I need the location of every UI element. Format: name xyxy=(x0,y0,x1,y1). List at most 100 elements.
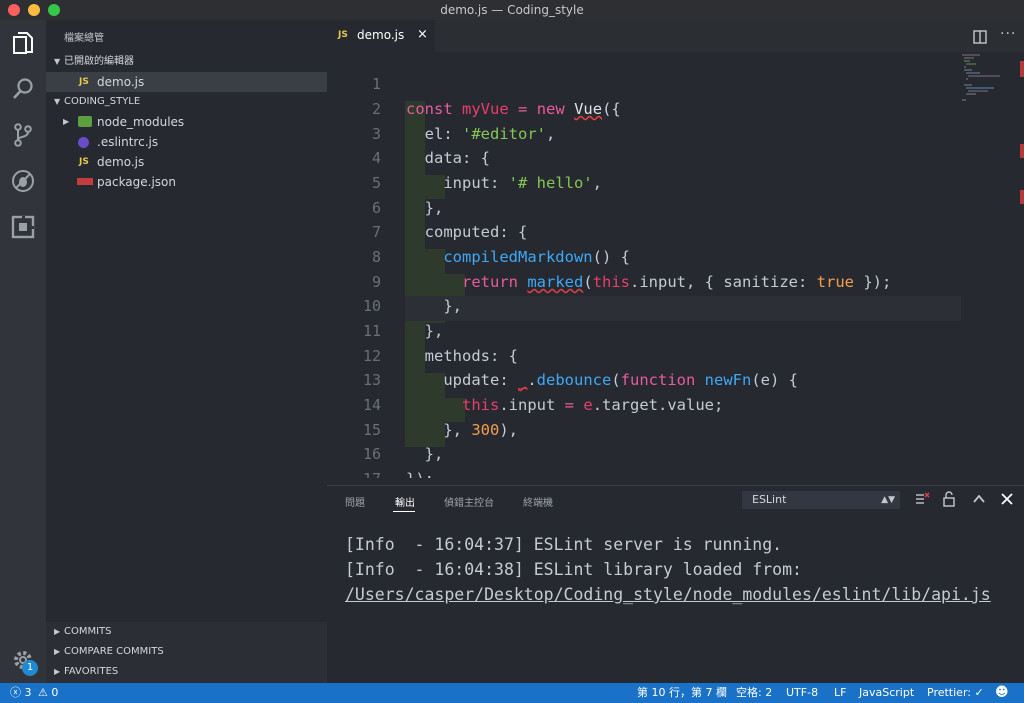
extensions-icon[interactable] xyxy=(8,212,38,242)
line-number: 17 xyxy=(327,467,381,478)
cursor-position[interactable]: 第 10 行，第 7 欄 xyxy=(637,683,727,703)
output-line: [Info - 16:04:37] ESLint server is runni… xyxy=(345,535,783,554)
maximize-panel-icon[interactable] xyxy=(971,491,987,507)
status-bar: ⓧ 3 ⚠ 0 第 10 行，第 7 欄 空格: 2 UTF-8 LF Java… xyxy=(0,683,1024,703)
more-actions-icon[interactable]: ··· xyxy=(1000,26,1016,42)
output-panel: 問題 輸出 偵錯主控台 終端機 ESLint ▲▼ [Info - 16:04:… xyxy=(327,485,1024,684)
line-number: 15 xyxy=(362,421,381,439)
code-line: return marked(this.input, { sanitize: tr… xyxy=(462,273,892,291)
encoding-setting[interactable]: UTF-8 xyxy=(786,683,818,703)
line-number: 2 xyxy=(371,100,381,118)
tree-item-package-json[interactable]: package.json xyxy=(46,172,327,192)
tree-item-eslintrc[interactable]: .eslintrc.js xyxy=(46,132,327,152)
output-file-link[interactable]: /Users/casper/Desktop/Coding_style/node_… xyxy=(345,585,991,604)
editor-area: JS demo.js × ··· 1 2 3 4 5 6 7 8 9 10 11… xyxy=(327,20,1024,684)
open-editor-item[interactable]: JS demo.js xyxy=(46,72,327,92)
tree-item-label: .eslintrc.js xyxy=(97,135,159,149)
eslint-icon xyxy=(78,137,89,148)
line-number: 5 xyxy=(371,174,381,192)
js-file-icon: JS xyxy=(338,30,348,40)
tab-output[interactable]: 輸出 xyxy=(395,494,415,509)
search-icon[interactable] xyxy=(8,74,38,104)
code-line: }, xyxy=(406,199,444,217)
open-editors-header[interactable]: ▼ 已開啟的編輯器 xyxy=(46,52,327,72)
tree-item-demo-js[interactable]: JS demo.js xyxy=(46,152,327,172)
code-line: update: _.debounce(function newFn(e) { xyxy=(406,371,799,389)
split-editor-icon[interactable] xyxy=(973,29,987,44)
error-count: 3 xyxy=(24,686,32,699)
compare-commits-section[interactable]: ▶ COMPARE COMMITS xyxy=(46,642,327,662)
scrollbar-error-marker xyxy=(1020,144,1024,158)
folder-icon xyxy=(78,116,92,127)
scrollbar-error-marker xyxy=(1020,61,1024,77)
commits-label: COMMITS xyxy=(64,626,112,637)
code-line: methods: { xyxy=(406,347,518,365)
title-bar: demo.js — Coding_style xyxy=(0,0,1024,21)
open-editor-name: demo.js xyxy=(97,75,145,89)
line-number: 11 xyxy=(362,322,381,340)
code-line: }, xyxy=(406,322,444,340)
chevron-right-icon: ▶ xyxy=(54,627,61,636)
line-number: 12 xyxy=(362,347,381,365)
minimap[interactable] xyxy=(960,52,1010,112)
warning-count: 0 xyxy=(51,686,59,699)
tree-item-label: node_modules xyxy=(97,115,185,129)
favorites-label: FAVORITES xyxy=(64,666,119,677)
source-control-icon[interactable] xyxy=(8,120,38,150)
commits-section[interactable]: ▶ COMMITS xyxy=(46,622,327,642)
line-number: 1 xyxy=(371,75,381,93)
tree-item-node-modules[interactable]: ▶ node_modules xyxy=(46,112,327,132)
select-arrows-icon: ▲▼ xyxy=(881,495,895,505)
explorer-title: 檔案總管 xyxy=(64,33,104,44)
window-title: demo.js — Coding_style xyxy=(440,3,584,17)
bottom-sections: ▶ COMMITS ▶ COMPARE COMMITS ▶ FAVORITES xyxy=(46,622,327,683)
eol-setting[interactable]: LF xyxy=(834,683,846,703)
explorer-sidebar: 檔案總管 ▼ 已開啟的編輯器 JS demo.js ▼ CODING_STYLE… xyxy=(46,20,327,683)
code-line: input: '# hello', xyxy=(406,174,602,192)
activity-bar: 1 xyxy=(0,20,46,683)
line-number: 6 xyxy=(371,199,381,217)
lock-scroll-icon[interactable] xyxy=(941,491,957,507)
code-line: computed: { xyxy=(406,223,528,241)
chevron-right-icon: ▶ xyxy=(54,667,61,676)
tab-bar: JS demo.js × ··· xyxy=(327,20,1024,52)
line-number: 8 xyxy=(371,248,381,266)
project-folder-header[interactable]: ▼ CODING_STYLE xyxy=(46,92,327,112)
settings-update-badge: 1 xyxy=(22,660,38,676)
line-number: 4 xyxy=(371,149,381,167)
clear-output-icon[interactable] xyxy=(914,491,930,507)
line-number: 14 xyxy=(362,396,381,414)
line-number: 10 xyxy=(362,297,381,315)
chevron-right-icon: ▶ xyxy=(63,117,70,126)
error-count-item[interactable]: ⓧ 3 ⚠ 0 xyxy=(10,683,58,703)
close-tab-icon[interactable]: × xyxy=(417,27,428,42)
output-channel-value: ESLint xyxy=(752,493,787,506)
js-file-icon: JS xyxy=(79,77,89,87)
chevron-down-icon: ▼ xyxy=(54,57,61,66)
code-editor[interactable]: 1 2 3 4 5 6 7 8 9 10 11 12 13 14 15 16 1… xyxy=(327,52,1024,478)
language-mode[interactable]: JavaScript xyxy=(859,683,914,703)
tab-debug-console[interactable]: 偵錯主控台 xyxy=(444,494,494,509)
active-tab-indicator xyxy=(393,511,415,512)
tree-item-label: package.json xyxy=(97,175,177,189)
open-editors-label: 已開啟的編輯器 xyxy=(64,56,134,67)
line-number: 3 xyxy=(371,125,381,143)
js-file-icon: JS xyxy=(79,157,89,167)
favorites-section[interactable]: ▶ FAVORITES xyxy=(46,662,327,682)
output-channel-select[interactable]: ESLint ▲▼ xyxy=(742,491,900,509)
files-icon[interactable] xyxy=(8,28,38,58)
indentation-setting[interactable]: 空格: 2 xyxy=(736,683,772,703)
scrollbar-error-marker xyxy=(1020,190,1024,204)
feedback-smiley-icon[interactable]: ☻ xyxy=(995,683,1009,703)
output-line-link: /Users/casper/Desktop/Coding_style/node_… xyxy=(345,582,991,607)
code-line: }, xyxy=(406,297,462,315)
tab-demo-js[interactable]: JS demo.js × xyxy=(327,20,435,52)
tab-problems[interactable]: 問題 xyxy=(345,494,365,509)
chevron-down-icon: ▼ xyxy=(54,97,61,106)
prettier-status[interactable]: Prettier: ✓ xyxy=(927,683,984,703)
debug-icon[interactable] xyxy=(8,166,38,196)
close-panel-icon[interactable] xyxy=(999,491,1015,507)
line-number: 16 xyxy=(362,445,381,463)
output-line: [Info - 16:04:38] ESLint library loaded … xyxy=(345,560,802,579)
tab-terminal[interactable]: 終端機 xyxy=(523,494,553,509)
